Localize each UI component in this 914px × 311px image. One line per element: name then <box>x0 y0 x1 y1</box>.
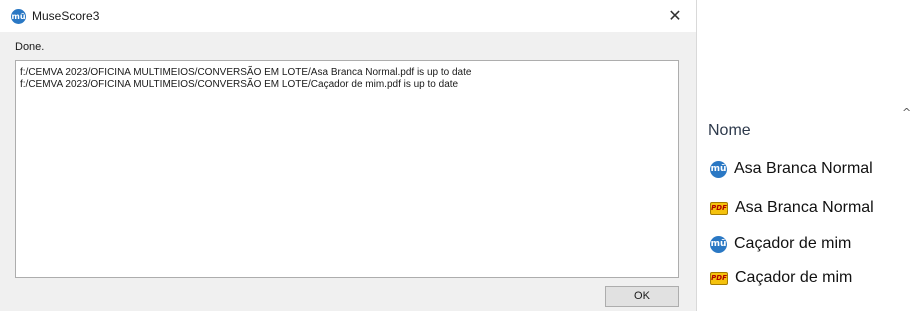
file-name: Caçador de mim <box>734 235 852 252</box>
log-output[interactable]: f:/CEMVA 2023/OFICINA MULTIMEIOS/CONVERS… <box>15 60 679 278</box>
file-item-asa-branca-mscz[interactable]: mū Asa Branca Normal <box>710 158 873 180</box>
dialog-titlebar: mū MuseScore3 ✕ <box>0 0 696 32</box>
close-icon: ✕ <box>668 6 682 25</box>
file-item-cacador-mscz[interactable]: mū Caçador de mim <box>710 233 851 255</box>
musescore-app-icon: mū <box>11 9 26 24</box>
file-name: Caçador de mim <box>735 269 853 286</box>
screen: mū MuseScore3 ✕ Done. f:/CEMVA 2023/OFIC… <box>0 0 914 311</box>
close-button[interactable]: ✕ <box>658 2 692 30</box>
name-column-header[interactable]: Nome <box>708 122 751 140</box>
file-explorer-pane: ^ Nome mū Asa Branca Normal PDF Asa Bran… <box>697 0 914 311</box>
pdf-file-icon: PDF <box>710 271 728 285</box>
musescore-file-icon: mū <box>710 235 727 253</box>
dialog-title: MuseScore3 <box>32 9 100 23</box>
ok-button[interactable]: OK <box>605 286 679 307</box>
sort-ascending-icon[interactable]: ^ <box>902 106 911 119</box>
log-line: f:/CEMVA 2023/OFICINA MULTIMEIOS/CONVERS… <box>20 67 472 78</box>
log-line: f:/CEMVA 2023/OFICINA MULTIMEIOS/CONVERS… <box>20 79 459 90</box>
musescore-dialog: mū MuseScore3 ✕ Done. f:/CEMVA 2023/OFIC… <box>0 0 696 311</box>
pdf-file-icon: PDF <box>710 201 728 215</box>
file-name: Asa Branca Normal <box>734 160 873 177</box>
status-label: Done. <box>15 41 45 53</box>
file-item-cacador-pdf[interactable]: PDF Caçador de mim <box>710 267 852 289</box>
file-name: Asa Branca Normal <box>735 199 874 216</box>
musescore-file-icon: mū <box>710 160 727 178</box>
file-item-asa-branca-pdf[interactable]: PDF Asa Branca Normal <box>710 197 874 219</box>
